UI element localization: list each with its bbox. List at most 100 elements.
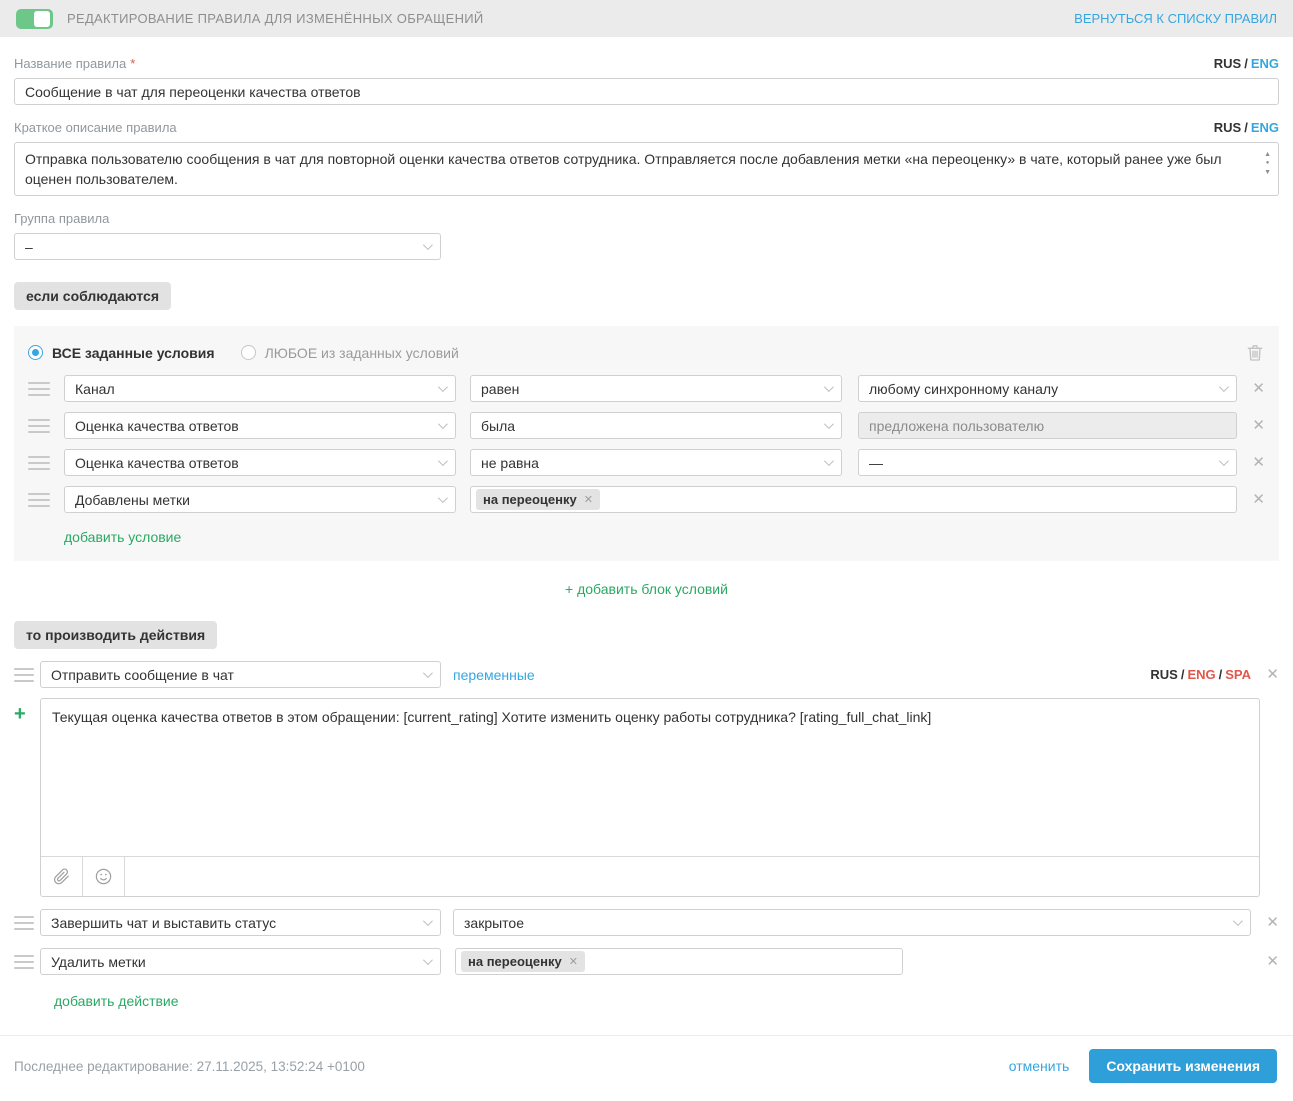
lang-spa-tab[interactable]: SPA [1225, 667, 1251, 682]
match-any-radio[interactable]: ЛЮБОЕ из заданных условий [241, 345, 459, 361]
group-label: Группа правила [14, 211, 109, 226]
tag-chip-label: на переоценку [468, 954, 562, 969]
name-label-row: Название правила * RUS/ENG [14, 55, 1279, 71]
add-action-link[interactable]: добавить действие [54, 993, 179, 1009]
conditions-header: ВСЕ заданные условия ЛЮБОЕ из заданных у… [28, 338, 1265, 365]
remove-action-icon[interactable]: ✕ [1255, 954, 1279, 969]
tag-remove-icon[interactable]: ✕ [569, 955, 578, 968]
match-all-label: ВСЕ заданные условия [52, 345, 215, 361]
tag-remove-icon[interactable]: ✕ [584, 493, 593, 506]
remove-condition-icon[interactable]: ✕ [1241, 418, 1265, 433]
action-type-select[interactable]: Удалить метки [40, 948, 441, 975]
drag-handle-icon[interactable] [14, 664, 34, 686]
page-title: РЕДАКТИРОВАНИЕ ПРАВИЛА ДЛЯ ИЗМЕНЁННЫХ ОБ… [67, 11, 484, 26]
condition-value-select[interactable]: — [858, 449, 1237, 476]
drag-handle-icon[interactable] [14, 951, 34, 973]
rule-editor-page: РЕДАКТИРОВАНИЕ ПРАВИЛА ДЛЯ ИЗМЕНЁННЫХ ОБ… [0, 0, 1293, 1101]
emoji-button[interactable] [83, 857, 125, 896]
condition-field-select[interactable]: Оценка качества ответов [64, 412, 456, 439]
trash-icon [1245, 342, 1265, 363]
drag-handle-icon[interactable] [28, 489, 50, 511]
remove-condition-icon[interactable]: ✕ [1241, 492, 1265, 507]
drag-handle-icon[interactable] [14, 912, 34, 934]
name-label: Название правила [14, 56, 126, 71]
drag-handle-icon[interactable] [28, 452, 50, 474]
chevron-down-icon [1233, 916, 1243, 926]
radio-selected-icon [28, 345, 43, 360]
toggle-knob-icon [34, 11, 50, 27]
message-input[interactable]: Текущая оценка качества ответов в этом о… [41, 699, 1259, 856]
remove-action-icon[interactable]: ✕ [1255, 915, 1279, 930]
condition-value-select[interactable]: любому синхронному каналу [858, 375, 1237, 402]
header-bar: РЕДАКТИРОВАНИЕ ПРАВИЛА ДЛЯ ИЗМЕНЁННЫХ ОБ… [0, 0, 1293, 37]
action-status-select[interactable]: закрытое [453, 909, 1251, 936]
action-type-select[interactable]: Завершить чат и выставить статус [40, 909, 441, 936]
lang-rus-tab[interactable]: RUS [1150, 667, 1177, 682]
add-conditions-block-link[interactable]: + добавить блок условий [14, 581, 1279, 597]
header-left: РЕДАКТИРОВАНИЕ ПРАВИЛА ДЛЯ ИЗМЕНЁННЫХ ОБ… [16, 9, 484, 29]
lang-rus-tab[interactable]: RUS [1214, 56, 1241, 71]
chevron-down-icon [438, 456, 448, 466]
cancel-link[interactable]: отменить [1009, 1058, 1070, 1074]
message-lang-switcher: RUS/ENG/SPA [1150, 667, 1251, 682]
chevron-down-icon [1219, 456, 1229, 466]
description-label-row: Краткое описание правила RUS/ENG [14, 119, 1279, 135]
attach-file-button[interactable] [41, 857, 83, 896]
match-all-radio[interactable]: ВСЕ заданные условия [28, 345, 215, 361]
match-any-label: ЛЮБОЕ из заданных условий [265, 345, 459, 361]
condition-field-select[interactable]: Оценка качества ответов [64, 449, 456, 476]
lang-separator: / [1244, 56, 1248, 71]
scroll-down-icon[interactable]: ▼ [1264, 168, 1271, 177]
description-label: Краткое описание правила [14, 120, 177, 135]
chevron-down-icon [1219, 382, 1229, 392]
chevron-down-icon [423, 240, 433, 250]
condition-row: Канал равен любому синхронному каналу ✕ [28, 375, 1265, 402]
remove-condition-icon[interactable]: ✕ [1241, 381, 1265, 396]
actions-badge: то производить действия [14, 621, 217, 649]
condition-value-disabled: предложена пользователю [858, 412, 1237, 439]
condition-operator-select[interactable]: равен [470, 375, 842, 402]
add-condition-link[interactable]: добавить условие [64, 529, 181, 545]
remove-condition-icon[interactable]: ✕ [1241, 455, 1265, 470]
delete-conditions-block-button[interactable] [1245, 342, 1265, 363]
variables-link[interactable]: переменные [453, 667, 535, 683]
chevron-down-icon [423, 916, 433, 926]
smiley-icon [94, 867, 113, 886]
chevron-down-icon [423, 955, 433, 965]
conditions-block: ВСЕ заданные условия ЛЮБОЕ из заданных у… [14, 326, 1279, 561]
condition-field-select[interactable]: Канал [64, 375, 456, 402]
match-mode-radios: ВСЕ заданные условия ЛЮБОЕ из заданных у… [28, 345, 459, 361]
chevron-down-icon [824, 456, 834, 466]
rule-enabled-toggle[interactable] [16, 9, 53, 29]
action-tags-field[interactable]: на переоценку ✕ [455, 948, 903, 975]
chevron-down-icon [438, 493, 448, 503]
action-type-select[interactable]: Отправить сообщение в чат [40, 661, 441, 688]
scroll-up-icon[interactable]: ▲ [1264, 150, 1271, 159]
rule-name-input[interactable] [14, 78, 1279, 105]
condition-row: Оценка качества ответов была предложена … [28, 412, 1265, 439]
condition-row: Оценка качества ответов не равна — ✕ [28, 449, 1265, 476]
textarea-scrollbar[interactable]: ▲ ● ▼ [1264, 150, 1271, 177]
description-lang-switcher: RUS/ENG [1214, 120, 1279, 135]
scroll-thumb-icon[interactable]: ● [1266, 159, 1270, 168]
remove-action-icon[interactable]: ✕ [1255, 667, 1279, 682]
condition-operator-select[interactable]: не равна [470, 449, 842, 476]
rule-description-input[interactable]: Отправка пользователю сообщения в чат дл… [25, 150, 1250, 188]
condition-operator-select[interactable]: была [470, 412, 842, 439]
required-asterisk: * [130, 56, 135, 71]
condition-field-select[interactable]: Добавлены метки [64, 486, 456, 513]
name-lang-switcher: RUS/ENG [1214, 56, 1279, 71]
condition-tags-field[interactable]: на переоценку ✕ [470, 486, 1237, 513]
drag-handle-icon[interactable] [28, 378, 50, 400]
radio-unselected-icon [241, 345, 256, 360]
save-button[interactable]: Сохранить изменения [1089, 1049, 1277, 1083]
back-to-rules-link[interactable]: ВЕРНУТЬСЯ К СПИСКУ ПРАВИЛ [1074, 11, 1277, 26]
action-row-remove-tags: Удалить метки на переоценку ✕ ✕ [14, 948, 1279, 975]
add-message-variant-icon[interactable]: + [14, 698, 40, 726]
drag-handle-icon[interactable] [28, 415, 50, 437]
rule-group-select[interactable]: – [14, 233, 441, 260]
lang-eng-tab[interactable]: ENG [1251, 120, 1279, 135]
lang-rus-tab[interactable]: RUS [1214, 120, 1241, 135]
lang-eng-tab[interactable]: ENG [1251, 56, 1279, 71]
lang-eng-tab[interactable]: ENG [1187, 667, 1215, 682]
